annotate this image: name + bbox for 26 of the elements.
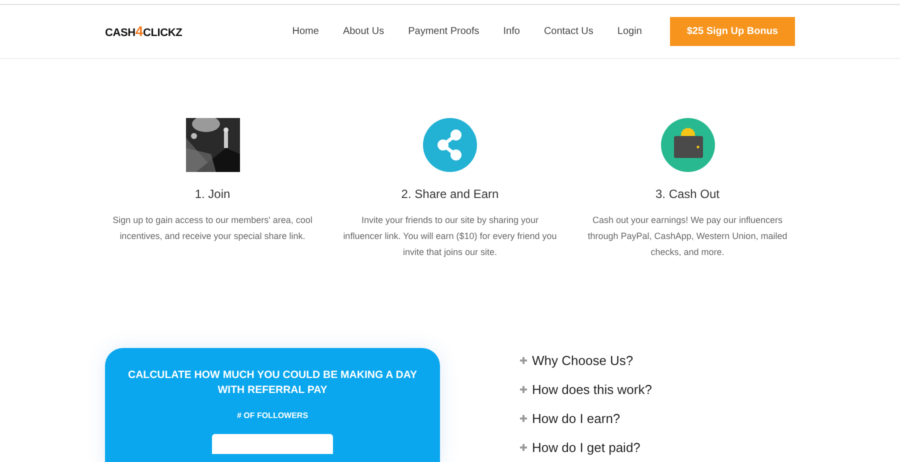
step-title: 2. Share and Earn — [400, 186, 500, 203]
logo[interactable]: CASH4CLICKZ — [105, 21, 182, 42]
faq-question[interactable]: How do I get paid? — [532, 433, 640, 462]
plus-icon — [520, 357, 527, 364]
plus-icon — [520, 415, 527, 422]
step-description: Invite your friends to our site by sharing your influencer link. You will earn ($10) for every friend you invite that joins our site. — [342, 214, 558, 259]
step-title: 3. Cash Out — [654, 186, 721, 203]
input-field[interactable] — [212, 434, 333, 454]
nav-link[interactable]: Login — [617, 24, 642, 39]
faq-question[interactable]: Why Choose Us? — [532, 346, 634, 375]
faq-question[interactable]: How do I earn? — [532, 404, 620, 433]
calculator-title: CALCULATE HOW MUCH YOU COULD BE MAKING A DAY WITH REFERRAL PAY — [127, 368, 418, 398]
field-label: # OF FOLLOWERS — [236, 410, 310, 422]
plus-icon — [520, 386, 527, 393]
plus-icon — [520, 444, 527, 451]
step-description: Cash out your earnings! We pay our influencers through PayPal, CashApp, Western Union, mailed checks, and more. — [586, 214, 788, 259]
nav-link[interactable]: Contact Us — [544, 24, 594, 39]
share-icon — [423, 118, 477, 172]
faq-question[interactable]: How does this work? — [532, 375, 652, 404]
step-title: 1. Join — [194, 186, 232, 203]
nav-link[interactable]: Payment Proofs — [408, 24, 480, 39]
step-description: Sign up to gain access to our members' area, cool incentives, and receive your special share link. — [112, 214, 314, 243]
wallet-icon — [660, 118, 714, 172]
nav-link[interactable]: Home — [292, 24, 319, 39]
nav-link[interactable]: Info — [503, 24, 520, 39]
nav-link[interactable]: About Us — [342, 24, 384, 39]
